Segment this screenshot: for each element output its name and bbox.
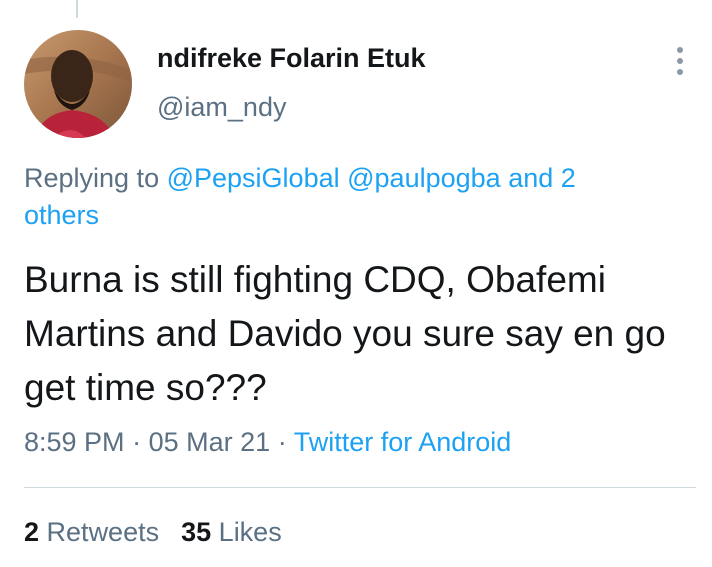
likes-stat[interactable]: 35 Likes (181, 517, 282, 547)
avatar[interactable] (24, 30, 132, 138)
more-vertical-icon (677, 47, 683, 53)
divider (24, 487, 696, 488)
meta-separator: · (277, 427, 287, 457)
tweet-time[interactable]: 8:59 PM (24, 427, 125, 457)
retweets-stat[interactable]: 2 Retweets (24, 517, 159, 547)
author-handle[interactable]: @iam_ndy (157, 92, 286, 123)
retweets-count: 2 (24, 517, 40, 547)
mention-link[interactable]: @paulpogba (347, 163, 501, 193)
author-display-name[interactable]: ndifreke Folarin Etuk (157, 43, 426, 74)
tweet-text: Burna is still fighting CDQ, Obafemi Mar… (24, 259, 666, 408)
replying-to: Replying to @PepsiGlobal @paulpogba and … (24, 160, 644, 234)
thread-connector-line (76, 0, 78, 18)
likes-count: 35 (181, 517, 212, 547)
more-options-button[interactable] (660, 44, 700, 78)
replying-to-prefix: Replying to (24, 163, 160, 193)
retweets-label: Retweets (46, 517, 160, 547)
tweet-date[interactable]: 05 Mar 21 (149, 427, 271, 457)
avatar-photo (24, 30, 132, 138)
tweet-metadata: 8:59 PM · 05 Mar 21 · Twitter for Androi… (24, 424, 511, 460)
meta-separator: · (132, 427, 142, 457)
likes-label: Likes (218, 517, 282, 547)
mention-link[interactable]: @PepsiGlobal (167, 163, 340, 193)
tweet-source-link[interactable]: Twitter for Android (294, 427, 512, 457)
engagement-stats: 2 Retweets 35 Likes (24, 514, 282, 550)
